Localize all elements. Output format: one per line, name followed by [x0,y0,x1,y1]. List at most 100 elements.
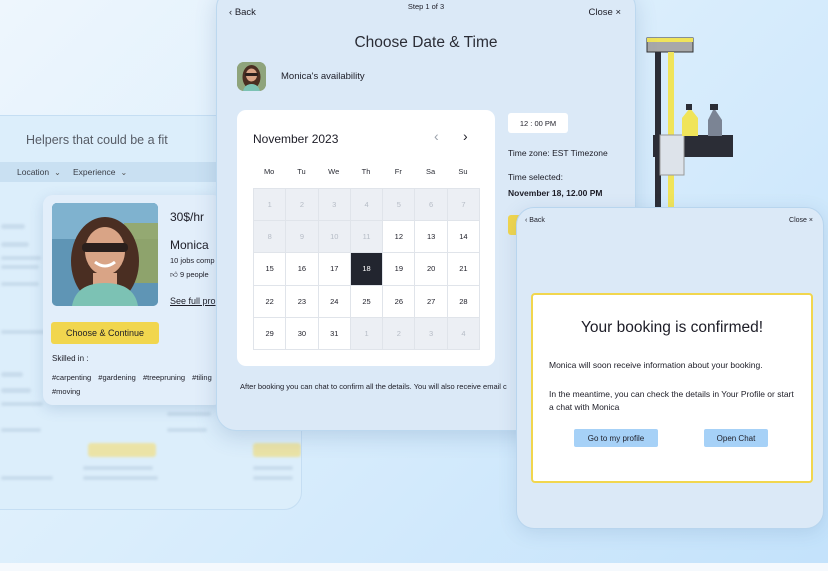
blurred-skills [83,466,153,470]
blurred-name [1,242,29,247]
page-title: Choose Date & Time [354,34,498,51]
choose-continue-button[interactable]: Choose & Continue [51,322,159,344]
blurred-choose-button [253,443,301,457]
calendar-day[interactable]: 24 [318,285,351,318]
calendar-day: 4 [447,317,481,350]
see-full-profile-link[interactable]: See full pro [170,296,216,306]
skill-tag: #treepruning [142,373,186,382]
calendar-day[interactable]: 25 [350,285,384,318]
confirmation-title: Your booking is confirmed! [580,319,764,336]
blurred-tags [1,476,53,480]
weekday-label: Mo [263,167,275,176]
calendar-day[interactable]: 23 [286,285,319,318]
step-indicator: Step 1 of 3 [407,2,445,11]
weekday-label: Fr [394,167,402,176]
calendar-day: 8 [254,221,287,254]
weekday-label: Tu [297,167,306,176]
thumbs-up-icon: 👍︎ [170,270,178,279]
helpers-title: Helpers that could be a fit [26,133,168,147]
blurred-link [1,428,41,432]
time-selected-label: Time selected: [508,172,563,182]
calendar-day[interactable]: 27 [415,285,448,318]
location-filter-label: Location [17,167,50,177]
calendar-day: 7 [447,189,481,222]
calendar-day: 1 [254,189,287,222]
helper-likes-label: 9 people [179,270,209,279]
blurred-price [1,224,25,229]
close-button[interactable]: Close × [589,7,621,18]
helper-jobs: 10 jobs comp [170,256,215,265]
day-grid: 1 2 3 4 5 6 7 8 9 10 11 12 13 14 15 16 17 18 19 20 21 22 23 24 2… [253,188,481,350]
confirmation-message: Monica will soon receive information abo… [549,360,763,370]
helper-name: Monica [170,238,209,252]
blurred-skills [253,466,293,470]
calendar-day: 3 [318,189,351,222]
calendar-day[interactable]: 26 [383,285,416,318]
blurred-jobs [1,402,43,406]
blurred-jobs [1,256,41,260]
calendar-day[interactable]: 21 [447,253,481,286]
blurred-jobs [167,412,211,416]
confirmation-dialog: Your booking is confirmed! Monica will s… [531,293,813,483]
blurred-name [1,388,31,393]
back-button[interactable]: ‹ Back [525,217,545,224]
location-filter[interactable]: Location ⌄ [17,167,61,177]
availability-label: Monica's availability [281,71,365,82]
calendar-day: 3 [415,317,448,350]
calendar-day[interactable]: 31 [318,317,351,350]
close-icon: × [612,7,621,18]
cleaning-illustration [646,37,733,210]
calendar-day: 6 [415,189,448,222]
close-label: Close [789,217,807,224]
chevron-down-icon: ⌄ [120,168,128,177]
timezone-label: Time zone: EST Timezone [508,148,608,158]
skill-tag: #moving [52,387,81,396]
avatar [237,62,266,91]
calendar-day[interactable]: 28 [447,285,481,318]
calendar: November 2023 ‹ › Mo Tu We Th Fr Sa Su 1… [237,110,495,366]
blurred-link [167,428,207,432]
weekday-label: Su [458,167,468,176]
chevron-down-icon: ⌄ [54,168,61,177]
skill-tag: #gardening [98,373,136,382]
helper-price: 30$/hr [170,210,205,224]
go-to-profile-button[interactable]: Go to my profile [574,429,658,447]
calendar-day-selected[interactable]: 18 [350,253,384,286]
calendar-day[interactable]: 13 [415,221,448,254]
chevron-right-icon[interactable]: › [463,128,468,144]
calendar-day[interactable]: 15 [254,253,287,286]
blurred-link [1,282,39,286]
close-button[interactable]: Close × [789,217,813,224]
close-icon: × [806,217,813,224]
helper-likes: 👍︎ 9 people [170,270,209,280]
time-chip[interactable]: 12 : 00 PM [508,113,568,133]
skill-tag: #tiling [192,373,212,382]
helper-photo [52,203,158,306]
calendar-day[interactable]: 12 [383,221,416,254]
calendar-day: 2 [286,189,319,222]
weekday-label: Sa [426,167,436,176]
calendar-day: 1 [350,317,384,350]
calendar-day[interactable]: 16 [286,253,319,286]
skill-tags: #carpenting #gardening #treepruning #til… [52,371,227,399]
calendar-day[interactable]: 19 [383,253,416,286]
calendar-day[interactable]: 20 [415,253,448,286]
calendar-day[interactable]: 14 [447,221,481,254]
back-label: Back [529,217,545,224]
calendar-day[interactable]: 22 [254,285,287,318]
confirmation-panel: ‹ Back Close × Your booking is confirmed… [516,207,824,529]
calendar-day: 5 [383,189,416,222]
calendar-day[interactable]: 17 [318,253,351,286]
open-chat-button[interactable]: Open Chat [704,429,768,447]
chevron-left-icon[interactable]: ‹ [434,128,439,144]
experience-filter-label: Experience [73,167,116,177]
weekday-label: Th [361,167,371,176]
calendar-day[interactable]: 29 [254,317,287,350]
skill-tag: #carpenting [52,373,92,382]
experience-filter[interactable]: Experience ⌄ [73,167,127,177]
weekday-header: Mo Tu We Th Fr Sa Su [253,167,479,176]
blurred-tags [83,476,158,480]
close-label: Close [588,7,613,18]
calendar-day[interactable]: 30 [286,317,319,350]
bottom-strip [0,563,828,571]
